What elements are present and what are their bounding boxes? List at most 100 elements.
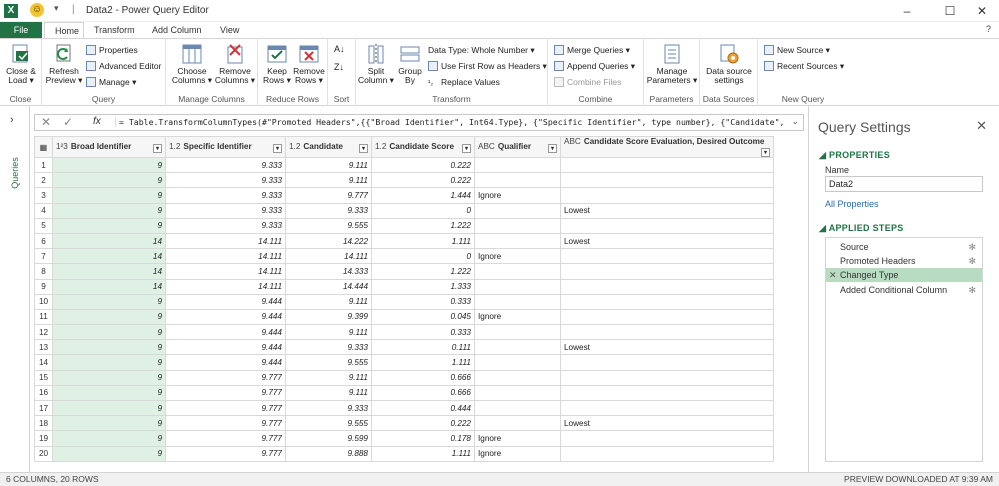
tab-file[interactable]: File xyxy=(0,22,42,39)
table-row[interactable]: 13 9 9.444 9.333 0.111 Lowest xyxy=(34,339,774,356)
row-number[interactable]: 15 xyxy=(34,369,53,386)
table-row[interactable]: 15 9 9.777 9.111 0.666 xyxy=(34,369,774,386)
refresh-preview-button[interactable]: Refresh Preview ▾ xyxy=(44,43,84,85)
decimal-type-icon[interactable]: 1.2 xyxy=(289,142,300,151)
cell-specific-identifier[interactable]: 9.333 xyxy=(165,156,286,174)
cell-broad-identifier[interactable]: 9 xyxy=(52,324,166,341)
cell-qualifier[interactable]: Ignore xyxy=(474,430,561,447)
cell-evaluation[interactable] xyxy=(560,293,774,310)
table-corner-icon[interactable]: ▦ xyxy=(34,136,53,158)
filter-dropdown-icon[interactable]: ▾ xyxy=(359,143,368,153)
row-number[interactable]: 7 xyxy=(34,248,53,265)
split-column-button[interactable]: Split Column ▾ xyxy=(358,43,394,85)
cell-specific-identifier[interactable]: 9.777 xyxy=(165,415,286,432)
cell-evaluation[interactable] xyxy=(560,354,774,371)
column-header-broad-identifier[interactable]: 1²3 Broad Identifier ▾ xyxy=(52,136,166,158)
text-type-icon[interactable]: ABC xyxy=(478,142,495,151)
row-number[interactable]: 12 xyxy=(34,324,53,341)
cell-candidate[interactable]: 9.111 xyxy=(285,324,372,341)
cell-evaluation[interactable] xyxy=(560,156,774,174)
manage-parameters-button[interactable]: Manage Parameters ▾ xyxy=(646,43,698,85)
table-row[interactable]: 9 14 14.111 14.444 1.333 xyxy=(34,278,774,295)
cell-broad-identifier[interactable]: 9 xyxy=(52,202,166,219)
filter-dropdown-icon[interactable]: ▾ xyxy=(462,143,471,153)
cell-qualifier[interactable] xyxy=(474,369,561,386)
data-source-settings-button[interactable]: Data source settings xyxy=(702,43,756,85)
row-number[interactable]: 6 xyxy=(34,232,53,250)
cell-specific-identifier[interactable]: 9.444 xyxy=(165,324,286,341)
cell-qualifier[interactable] xyxy=(474,399,561,417)
formula-input[interactable]: = Table.TransformColumnTypes(#"Promoted … xyxy=(115,117,785,127)
column-header-evaluation[interactable]: ABC Candidate Score Evaluation, Desired O… xyxy=(560,136,774,158)
cell-qualifier[interactable] xyxy=(474,293,561,310)
cell-broad-identifier[interactable]: 14 xyxy=(52,248,166,265)
cell-qualifier[interactable]: Ignore xyxy=(474,248,561,265)
table-row[interactable]: 4 9 9.333 9.333 0 Lowest xyxy=(34,202,774,219)
cell-qualifier[interactable] xyxy=(474,415,561,432)
recent-sources-button[interactable]: Recent Sources ▾ xyxy=(764,60,844,72)
table-row[interactable]: 5 9 9.333 9.555 1.222 xyxy=(34,217,774,234)
filter-dropdown-icon[interactable]: ▾ xyxy=(273,143,282,153)
table-row[interactable]: 17 9 9.777 9.333 0.444 xyxy=(34,399,774,417)
cell-specific-identifier[interactable]: 9.333 xyxy=(165,202,286,219)
cell-evaluation[interactable] xyxy=(560,324,774,341)
choose-columns-button[interactable]: Choose Columns ▾ xyxy=(170,43,214,85)
cell-evaluation[interactable] xyxy=(560,384,774,402)
cell-candidate[interactable]: 14.444 xyxy=(285,278,372,295)
cell-candidate-score[interactable]: 1.111 xyxy=(371,445,475,462)
step-changed-type[interactable]: ✕ Changed Type xyxy=(826,268,982,282)
cell-specific-identifier[interactable]: 14.111 xyxy=(165,263,286,280)
keep-rows-button[interactable]: Keep Rows ▾ xyxy=(262,43,292,85)
cell-broad-identifier[interactable]: 9 xyxy=(52,156,166,174)
row-number[interactable]: 11 xyxy=(34,308,53,326)
cell-specific-identifier[interactable]: 14.111 xyxy=(165,278,286,295)
fx-icon[interactable]: fx xyxy=(93,116,101,127)
cell-qualifier[interactable] xyxy=(474,232,561,250)
cell-candidate-score[interactable]: 0.222 xyxy=(371,172,475,189)
cell-broad-identifier[interactable]: 9 xyxy=(52,172,166,189)
cell-evaluation[interactable] xyxy=(560,430,774,447)
query-name-field[interactable] xyxy=(825,176,983,192)
group-by-button[interactable]: Group By xyxy=(394,43,426,85)
cell-specific-identifier[interactable]: 9.444 xyxy=(165,308,286,326)
cell-candidate[interactable]: 9.111 xyxy=(285,156,372,174)
cell-broad-identifier[interactable]: 9 xyxy=(52,308,166,326)
cell-evaluation[interactable] xyxy=(560,278,774,295)
cell-qualifier[interactable] xyxy=(474,339,561,356)
cell-candidate-score[interactable]: 1.444 xyxy=(371,187,475,204)
cell-broad-identifier[interactable]: 9 xyxy=(52,187,166,204)
cell-qualifier[interactable]: Ignore xyxy=(474,308,561,326)
row-number[interactable]: 20 xyxy=(34,445,53,462)
column-header-candidate-score[interactable]: 1.2 Candidate Score ▾ xyxy=(371,136,475,158)
maximize-button[interactable]: ☐ xyxy=(940,3,960,19)
cell-candidate[interactable]: 9.777 xyxy=(285,187,372,204)
cell-candidate[interactable]: 9.555 xyxy=(285,217,372,234)
cell-candidate[interactable]: 9.333 xyxy=(285,399,372,417)
cell-specific-identifier[interactable]: 14.111 xyxy=(165,232,286,250)
replace-values-button[interactable]: ¹₂ Replace Values xyxy=(428,76,500,88)
commit-formula-icon[interactable]: ✓ xyxy=(63,115,73,129)
cell-qualifier[interactable]: Ignore xyxy=(474,187,561,204)
cell-qualifier[interactable] xyxy=(474,156,561,174)
cell-qualifier[interactable] xyxy=(474,202,561,219)
expand-formula-icon[interactable]: ⌄ xyxy=(791,116,799,127)
table-row[interactable]: 6 14 14.111 14.222 1.111 Lowest xyxy=(34,232,774,250)
table-row[interactable]: 2 9 9.333 9.111 0.222 xyxy=(34,172,774,189)
step-added-conditional-column[interactable]: Added Conditional Column ✻ xyxy=(826,283,982,297)
cell-specific-identifier[interactable]: 9.777 xyxy=(165,399,286,417)
row-number[interactable]: 16 xyxy=(34,384,53,402)
row-number[interactable]: 18 xyxy=(34,415,53,432)
cell-candidate[interactable]: 9.599 xyxy=(285,430,372,447)
cell-candidate[interactable]: 9.111 xyxy=(285,172,372,189)
cell-candidate[interactable]: 9.111 xyxy=(285,293,372,310)
cell-broad-identifier[interactable]: 9 xyxy=(52,293,166,310)
cell-evaluation[interactable] xyxy=(560,187,774,204)
cell-specific-identifier[interactable]: 14.111 xyxy=(165,248,286,265)
cell-candidate-score[interactable]: 0.666 xyxy=(371,384,475,402)
cell-candidate-score[interactable]: 0 xyxy=(371,248,475,265)
cell-candidate-score[interactable]: 1.222 xyxy=(371,263,475,280)
text-type-icon[interactable]: ABC xyxy=(564,138,581,147)
cell-candidate[interactable]: 14.111 xyxy=(285,248,372,265)
tab-add-column[interactable]: Add Column xyxy=(142,22,212,39)
table-row[interactable]: 7 14 14.111 14.111 0 Ignore xyxy=(34,248,774,265)
